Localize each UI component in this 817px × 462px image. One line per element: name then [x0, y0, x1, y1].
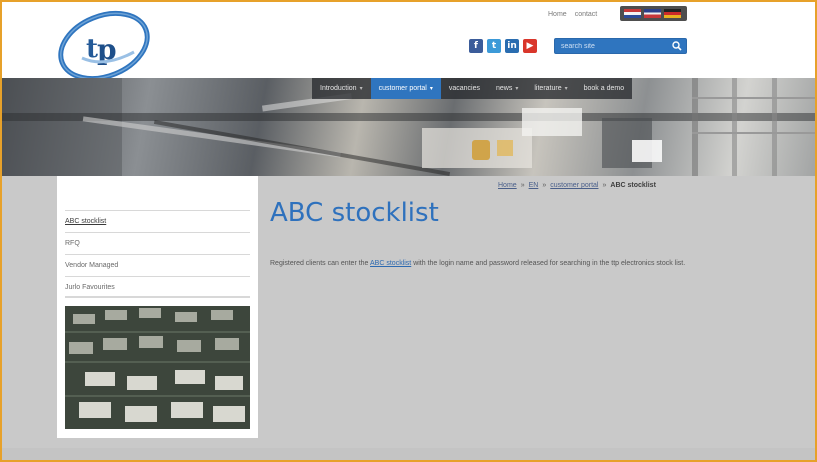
- home-link[interactable]: Home: [548, 11, 567, 18]
- footer-strip: [2, 448, 815, 460]
- chevron-down-icon: ▾: [359, 86, 363, 92]
- search-box: [554, 38, 687, 54]
- sidebar-menu: ABC stocklist RFQ Vendor Managed Jurlo F…: [65, 210, 250, 298]
- abc-stocklist-link[interactable]: ABC stocklist: [370, 260, 411, 267]
- nav-item-news[interactable]: news ▾: [488, 78, 526, 99]
- nav-item-vacancies[interactable]: vacancies: [441, 78, 488, 99]
- breadcrumb-en[interactable]: EN: [529, 182, 539, 189]
- sidebar-item-abc-stocklist[interactable]: ABC stocklist: [65, 210, 250, 232]
- search-input[interactable]: [557, 40, 669, 52]
- en-flag-icon[interactable]: [644, 9, 661, 18]
- sidebar-item-vendor-managed[interactable]: Vendor Managed: [65, 254, 250, 276]
- twitter-icon[interactable]: t: [487, 39, 501, 53]
- intro-paragraph: Registered clients can enter the ABC sto…: [270, 259, 690, 269]
- nav-item-label: customer portal: [378, 85, 427, 92]
- facebook-icon[interactable]: f: [469, 39, 483, 53]
- chevron-down-icon: ▾: [564, 86, 568, 92]
- linkedin-icon[interactable]: in: [505, 39, 519, 53]
- contact-link[interactable]: contact: [575, 11, 598, 18]
- breadcrumb: Home » EN » customer portal » ABC stockl…: [498, 182, 656, 189]
- chevron-down-icon: ▾: [515, 86, 519, 92]
- site-header: t p Home contact f t in ▶: [2, 2, 815, 82]
- chevron-down-icon: ▾: [429, 86, 433, 92]
- sidebar-item-rfq[interactable]: RFQ: [65, 232, 250, 254]
- intro-text: Registered clients can enter the: [270, 260, 371, 267]
- de-flag-icon[interactable]: [664, 9, 681, 18]
- circuit-board-photo: [65, 306, 250, 429]
- breadcrumb-home[interactable]: Home: [498, 182, 517, 189]
- nav-item-label: book a demo: [583, 85, 625, 92]
- breadcrumb-current: ABC stocklist: [610, 182, 656, 189]
- youtube-icon[interactable]: ▶: [523, 39, 537, 53]
- breadcrumb-separator: »: [602, 182, 607, 189]
- nav-item-literature[interactable]: literature ▾: [526, 78, 575, 99]
- intro-text-end: with the login name and password release…: [411, 260, 686, 267]
- breadcrumb-separator: »: [520, 182, 525, 189]
- page-title: ABC stocklist: [270, 198, 439, 228]
- nav-item-introduction[interactable]: Introduction ▾: [312, 78, 371, 99]
- ttp-logo[interactable]: t p: [54, 8, 160, 82]
- search-icon[interactable]: [672, 41, 682, 51]
- breadcrumb-separator: »: [542, 182, 547, 189]
- nav-item-label: literature: [534, 85, 562, 92]
- nl-flag-icon[interactable]: [624, 9, 641, 18]
- nav-item-label: Introduction: [320, 85, 357, 92]
- nav-item-label: vacancies: [448, 85, 481, 92]
- main-nav: Introduction ▾ customer portal ▾ vacancies…: [312, 78, 633, 99]
- sidebar-item-favourites[interactable]: Jurlo Favourites: [65, 276, 250, 298]
- top-links: Home contact: [548, 11, 597, 18]
- language-selector: [620, 6, 687, 21]
- breadcrumb-customer-portal[interactable]: customer portal: [550, 182, 598, 189]
- nav-item-customer-portal[interactable]: customer portal ▾: [370, 78, 441, 99]
- social-links: f t in ▶: [469, 39, 537, 53]
- sidebar: ABC stocklist RFQ Vendor Managed Jurlo F…: [57, 176, 258, 438]
- nav-item-label: news: [496, 85, 513, 92]
- nav-item-book-a-demo[interactable]: book a demo: [576, 78, 632, 99]
